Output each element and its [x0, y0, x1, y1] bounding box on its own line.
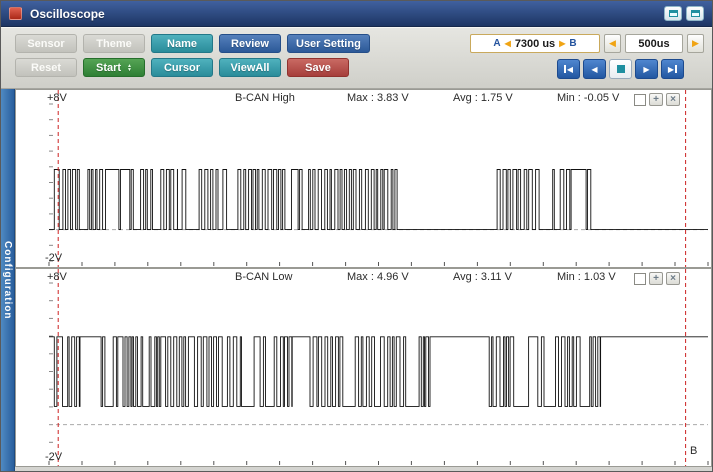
save-button[interactable]: Save [287, 58, 349, 77]
channel-controls: + × [634, 93, 680, 106]
timebase-increase-button[interactable]: ▶ [687, 34, 704, 53]
a-left-arrow-icon[interactable]: ◀ [505, 39, 511, 48]
channel-vmax-label: +8V [47, 271, 67, 283]
step-forward-button[interactable]: ▶ [635, 59, 658, 79]
channel-avg-value: Avg : 1.75 V [453, 92, 513, 104]
channel-zoom-button[interactable]: + [649, 272, 663, 285]
reset-button[interactable]: Reset [15, 58, 77, 77]
configuration-tab[interactable]: Configuration [1, 89, 15, 471]
channel-name: B-CAN Low [235, 271, 292, 283]
ab-range-value: 7300 us [515, 38, 555, 50]
right-arrow-icon: ▶ [692, 38, 699, 49]
sensor-button[interactable]: Sensor [15, 34, 77, 53]
toolbar-buttons: Sensor Theme Name Review User Setting Re… [15, 34, 370, 77]
oscilloscope-window: Oscilloscope Sensor Theme Name Review Us… [0, 0, 713, 472]
timebase-scale-readout: 500us [625, 34, 683, 53]
viewall-button[interactable]: ViewAll [219, 58, 281, 77]
channel-vmin-label: -2V [45, 451, 62, 463]
channel-min-value: Min : -0.05 V [557, 92, 619, 104]
channel-min-value: Min : 1.03 V [557, 271, 616, 283]
restore-window-button[interactable] [664, 6, 682, 21]
review-button[interactable]: Review [219, 34, 281, 53]
stop-icon [617, 65, 625, 73]
window-title: Oscilloscope [30, 7, 105, 21]
waveform-plot-bcan-low [16, 269, 711, 466]
channel-close-button[interactable]: × [666, 272, 680, 285]
window-controls [664, 6, 704, 21]
toolbar-row-2: Reset Start ▲▼ Cursor ViewAll Save [15, 58, 370, 77]
b-right-arrow-icon[interactable]: ▶ [559, 39, 565, 48]
step-back-icon: ◀ [591, 65, 597, 74]
start-spinner-icon: ▲▼ [127, 64, 132, 72]
cursor-button[interactable]: Cursor [151, 58, 213, 77]
configuration-tab-label: Configuration [2, 241, 13, 320]
channel-bcan-low: +8V B-CAN Low Max : 4.96 V Avg : 3.11 V … [15, 268, 712, 467]
toolbar: Sensor Theme Name Review User Setting Re… [1, 27, 712, 89]
timebase-controls: A ◀ 7300 us ▶ B ◀ 500us ▶ [470, 34, 704, 53]
maximize-window-button[interactable] [686, 6, 704, 21]
timebase-decrease-button[interactable]: ◀ [604, 34, 621, 53]
start-button[interactable]: Start ▲▼ [83, 58, 145, 77]
user-setting-button[interactable]: User Setting [287, 34, 370, 53]
channel-max-value: Max : 4.96 V [347, 271, 409, 283]
name-button[interactable]: Name [151, 34, 213, 53]
channel-bcan-high: +8V B-CAN High Max : 3.83 V Avg : 1.75 V… [15, 89, 712, 268]
playback-controls: ◀ ◀ ▶ ▶ [557, 59, 684, 79]
channel-zoom-button[interactable]: + [649, 93, 663, 106]
start-button-label: Start [96, 62, 121, 74]
restore-icon [669, 10, 678, 17]
skip-start-icon: ◀ [567, 65, 573, 74]
app-icon [9, 7, 22, 20]
cursor-a-label: A [493, 38, 500, 49]
channel-checkbox[interactable] [634, 94, 646, 106]
cursor-b-marker: B [690, 445, 697, 457]
skip-to-start-button[interactable]: ◀ [557, 59, 580, 79]
channel-checkbox[interactable] [634, 273, 646, 285]
left-arrow-icon: ◀ [609, 38, 616, 49]
waveform-plot-bcan-high [16, 90, 711, 267]
theme-button[interactable]: Theme [83, 34, 145, 53]
channel-name: B-CAN High [235, 92, 295, 104]
main-area: Configuration +8V B-CAN High Max : 3.83 … [1, 89, 712, 471]
title-bar: Oscilloscope [1, 1, 712, 27]
skip-end-bar-icon [675, 65, 677, 73]
channel-vmin-label: -2V [45, 252, 62, 264]
ab-range-readout: A ◀ 7300 us ▶ B [470, 34, 600, 53]
step-forward-icon: ▶ [643, 65, 649, 74]
channel-stack: +8V B-CAN High Max : 3.83 V Avg : 1.75 V… [15, 89, 712, 471]
channel-avg-value: Avg : 3.11 V [453, 271, 512, 283]
channel-vmax-label: +8V [47, 92, 67, 104]
skip-end-icon: ▶ [668, 65, 674, 74]
channel-max-value: Max : 3.83 V [347, 92, 409, 104]
maximize-icon [691, 10, 700, 17]
stop-button[interactable] [609, 59, 632, 79]
skip-to-end-button[interactable]: ▶ [661, 59, 684, 79]
channel-controls: + × [634, 272, 680, 285]
toolbar-row-1: Sensor Theme Name Review User Setting [15, 34, 370, 53]
step-back-button[interactable]: ◀ [583, 59, 606, 79]
cursor-b-label: B [569, 38, 576, 49]
channel-close-button[interactable]: × [666, 93, 680, 106]
skip-start-bar-icon [564, 65, 566, 73]
